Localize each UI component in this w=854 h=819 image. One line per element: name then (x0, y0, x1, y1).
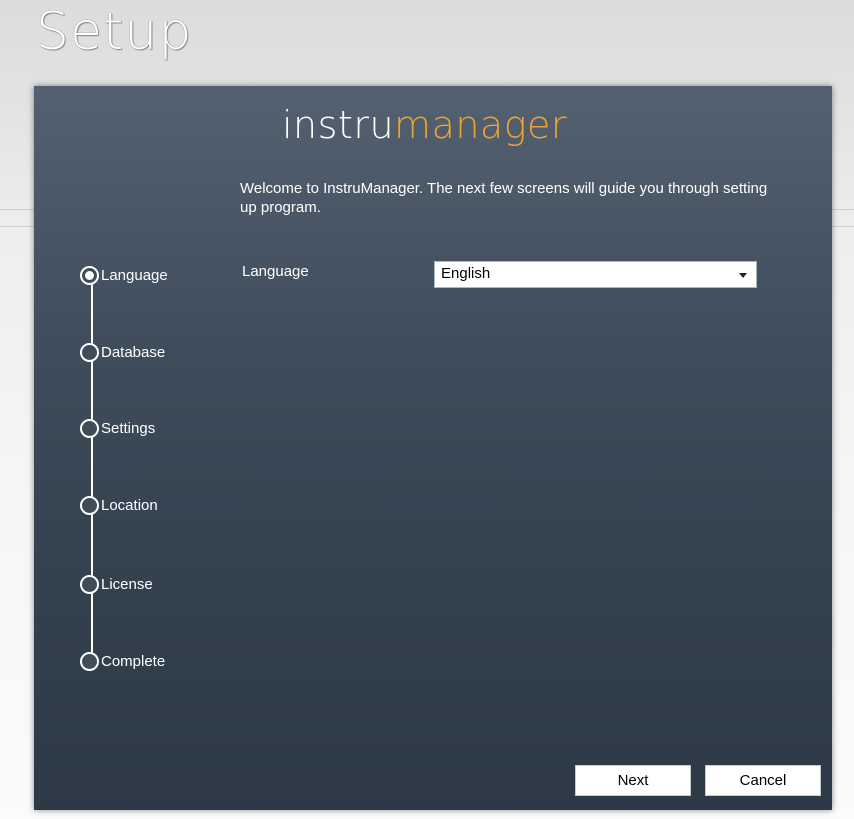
step-active-radio-icon (80, 265, 99, 285)
step-label: Complete (101, 652, 166, 670)
step-settings: Settings (80, 416, 155, 440)
language-field-label: Language (242, 263, 309, 280)
step-label: License (101, 575, 153, 593)
steps-connector-line (91, 274, 93, 662)
step-complete: Complete (80, 649, 165, 673)
step-radio-icon (80, 651, 99, 671)
welcome-message: Welcome to InstruManager. The next few s… (240, 180, 768, 216)
step-label: Location (101, 496, 158, 514)
step-database: Database (80, 340, 165, 364)
language-select[interactable]: English (434, 261, 757, 288)
step-license: License (80, 572, 153, 596)
next-button[interactable]: Next (575, 765, 691, 796)
instrumanager-logo: instrumanager (282, 106, 567, 144)
step-radio-icon (80, 418, 99, 438)
step-label: Language (101, 266, 168, 284)
step-radio-icon (80, 495, 99, 515)
dropdown-arrow-icon[interactable] (739, 273, 747, 278)
step-radio-icon (80, 574, 99, 594)
cancel-button[interactable]: Cancel (705, 765, 821, 796)
step-label: Settings (101, 419, 156, 437)
step-label: Database (101, 343, 166, 361)
step-radio-icon (80, 342, 99, 362)
logo-text-manager: manager (394, 103, 568, 147)
logo-text-instru: instru (282, 103, 395, 147)
step-language: Language (80, 263, 168, 287)
window-title: Setup (36, 2, 193, 62)
language-select-value: English (441, 265, 491, 282)
step-location: Location (80, 493, 158, 517)
setup-dialog: instrumanager Welcome to InstruManager. … (34, 86, 832, 810)
